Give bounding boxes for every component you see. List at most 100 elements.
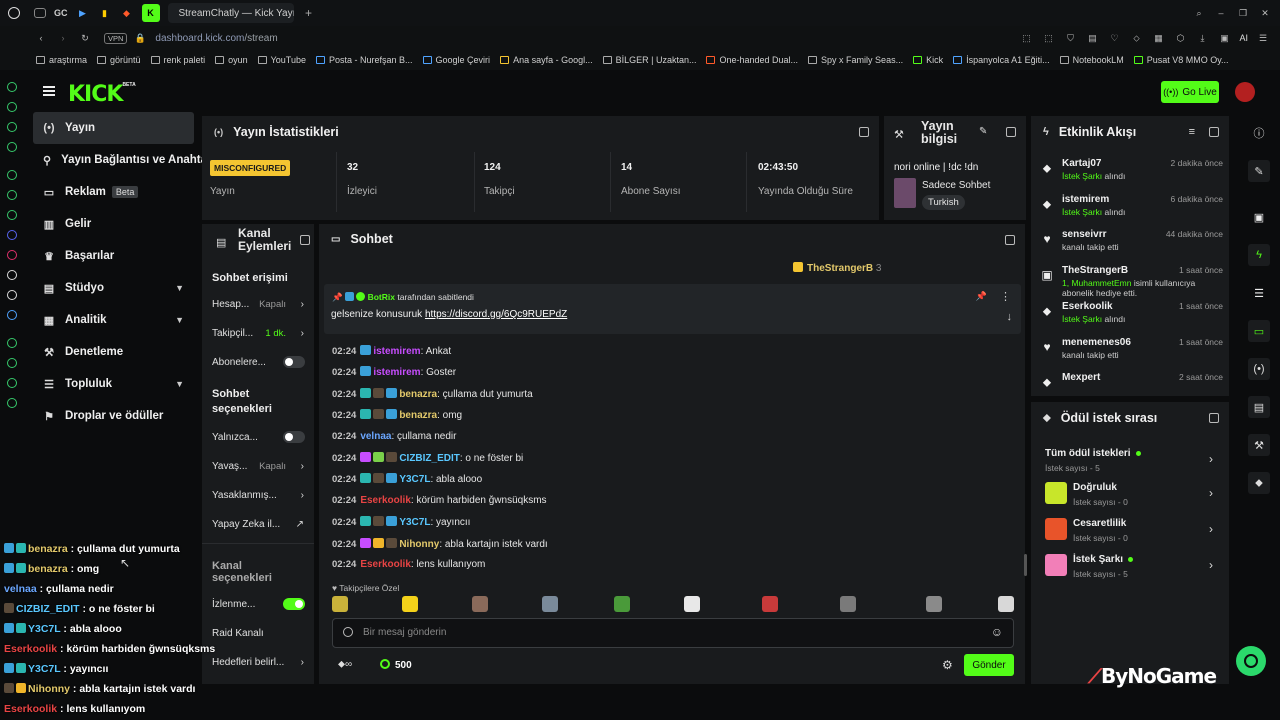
camera-icon[interactable]: ▣ bbox=[1217, 31, 1231, 45]
emote[interactable] bbox=[472, 596, 488, 612]
reward-row[interactable]: Doğruluk İstek sayısı - 0 › bbox=[1045, 480, 1223, 512]
channel-actions-icon[interactable]: ▤ bbox=[1248, 396, 1270, 418]
message-user[interactable]: istemirem bbox=[373, 346, 420, 357]
menu-icon[interactable]: ☰ bbox=[1256, 31, 1270, 45]
channel-action-row[interactable]: Yalnızca... bbox=[202, 423, 314, 452]
channel-action-row[interactable]: Yapay Zeka il... ↗ bbox=[202, 510, 314, 539]
toggle-switch[interactable] bbox=[283, 598, 305, 610]
bookmark-item[interactable]: Kick bbox=[913, 55, 943, 65]
broadcast-icon[interactable]: (•) bbox=[1248, 358, 1270, 380]
emote[interactable] bbox=[684, 596, 700, 612]
bookmark-item[interactable]: Google Çeviri bbox=[422, 55, 490, 65]
bookmark-item[interactable]: NotebookLM bbox=[1059, 55, 1124, 65]
sidebar-app-icon[interactable] bbox=[7, 82, 17, 92]
activity-item[interactable]: ⬥ Mexpert 2 saat önce bbox=[1031, 366, 1229, 396]
sidebar-item-yayin[interactable]: (•) Yayın bbox=[33, 112, 194, 144]
message-user[interactable]: benazra bbox=[399, 389, 437, 400]
chat-message[interactable]: 02:24 Nihonny: abla kartaјın istek vardı bbox=[332, 537, 548, 550]
collapse-icon[interactable]: ↓ bbox=[1007, 311, 1013, 323]
sidebar-item-droplar[interactable]: ⚑ Droplar ve ödüller bbox=[33, 400, 194, 432]
channel-action-row[interactable]: Takipçil... 1 dk. › bbox=[202, 319, 314, 348]
channel-action-row[interactable]: Yavaş... Kapalı › bbox=[202, 452, 314, 481]
chat-message[interactable]: 02:24 istemirem: Ankat bbox=[332, 345, 451, 357]
toolbar-icon[interactable]: ⬚ bbox=[1041, 31, 1055, 45]
more-icon[interactable]: ⋮ bbox=[1000, 290, 1011, 303]
sidebar-item-stream-key[interactable]: ⚲ Yayın Bağlantısı ve Anahtarı bbox=[33, 144, 215, 176]
channel-action-row[interactable]: Hesap... Kapalı › bbox=[202, 290, 314, 319]
tab-active[interactable]: StreamChatly — Kick Yayını bbox=[167, 3, 294, 23]
channel-action-row[interactable]: Hedefleri belirl... › bbox=[202, 648, 314, 677]
message-user[interactable]: Y3C7L bbox=[399, 517, 430, 528]
history-icon[interactable] bbox=[7, 338, 17, 348]
close-icon[interactable]: ✕ bbox=[1258, 6, 1272, 20]
bookmark-item[interactable]: İspanyolca A1 Eğiti... bbox=[953, 55, 1050, 65]
chat-icon[interactable]: ▭ bbox=[1248, 320, 1270, 342]
bookmark-item[interactable]: araştırma bbox=[36, 55, 87, 65]
url-field[interactable]: dashboard.kick.com/stream bbox=[155, 33, 277, 44]
search-icon[interactable]: ⌕ bbox=[1192, 6, 1206, 20]
maximize-button[interactable]: ❐ bbox=[1236, 6, 1250, 20]
popout-icon[interactable] bbox=[1209, 413, 1219, 423]
instagram-icon[interactable] bbox=[7, 250, 17, 260]
edit-icon[interactable]: ✎ bbox=[1248, 160, 1270, 182]
pinned-link[interactable]: https://discord.gg/6Qc9RUEPdZ bbox=[425, 309, 567, 320]
wrench-icon[interactable]: ⚒ bbox=[1248, 434, 1270, 456]
message-user[interactable]: Eserkoolik bbox=[360, 495, 411, 506]
bookmark-item[interactable]: Ana sayfa - Googl... bbox=[500, 55, 593, 65]
popout-icon[interactable] bbox=[1005, 235, 1015, 245]
emote[interactable] bbox=[542, 596, 558, 612]
emote[interactable] bbox=[762, 596, 778, 612]
activity-item[interactable]: ♥ senseivrr 44 dakika önce kanalı takip ett… bbox=[1031, 223, 1229, 259]
emote[interactable] bbox=[840, 596, 856, 612]
chat-message[interactable]: 02:24 Y3C7L: abla alooo bbox=[332, 473, 482, 485]
message-user[interactable]: velnaa bbox=[360, 431, 391, 442]
tiktok-icon[interactable] bbox=[7, 270, 17, 280]
chat-message[interactable]: 02:24 benazra: çullama dut yumurta bbox=[332, 387, 533, 400]
pin-icon[interactable]: 📌 bbox=[976, 291, 987, 302]
sidebar-app-icon[interactable] bbox=[7, 102, 17, 112]
channel-action-row[interactable]: Abonelere... bbox=[202, 348, 314, 377]
activity-item[interactable]: ⬥ Kartaj07 2 dakika önce İstek Şarkı alındı bbox=[1031, 152, 1229, 188]
sidebar-item-reklam[interactable]: ▭ Reklam Beta bbox=[33, 176, 194, 208]
bookmark-item[interactable]: Pusat V8 MMO Oy... bbox=[1133, 55, 1229, 65]
message-user[interactable]: Eserkoolik bbox=[360, 559, 411, 570]
popout-icon[interactable] bbox=[1209, 127, 1219, 137]
bolt-icon[interactable]: ϟ bbox=[1248, 244, 1270, 266]
channel-points[interactable]: 500 bbox=[380, 659, 412, 671]
emoji-icon[interactable]: ☺ bbox=[991, 625, 1003, 639]
list-icon[interactable]: ☰ bbox=[1248, 282, 1270, 304]
activity-item[interactable]: ⬥ istemirem 6 dakika önce İstek Şarkı alınd… bbox=[1031, 188, 1229, 224]
chat-message[interactable]: 02:24 Eserkoolik: lens kullanıyom bbox=[332, 559, 485, 570]
activity-item[interactable]: ▣ TheStrangerB 1 saat önce 1, MuhammetEmn i… bbox=[1031, 259, 1229, 298]
popout-icon[interactable] bbox=[1006, 127, 1016, 137]
all-rewards-row[interactable]: Tüm ödül istekleri İstek sayısı - 5 › bbox=[1045, 446, 1223, 478]
message-user[interactable]: benazra bbox=[399, 410, 437, 421]
forward-icon[interactable]: › bbox=[56, 31, 70, 45]
sidebar-item-basarilar[interactable]: ♛ Başarılar bbox=[33, 240, 194, 272]
sidebar-item-studyo[interactable]: ▤ Stüdyo ▼ bbox=[33, 272, 194, 304]
reward-row[interactable]: Cesaretlilik İstek sayısı - 0 › bbox=[1045, 516, 1223, 548]
bookmark-item[interactable]: oyun bbox=[215, 55, 248, 65]
opera-logo-icon[interactable] bbox=[8, 7, 20, 19]
message-user[interactable]: CIZBIZ_EDIT bbox=[399, 453, 460, 464]
tab-app-icon[interactable]: ▮ bbox=[98, 6, 112, 20]
extensions-icon[interactable]: ⬡ bbox=[1173, 31, 1187, 45]
x-icon[interactable] bbox=[7, 290, 17, 300]
download-icon[interactable] bbox=[7, 358, 17, 368]
info-icon[interactable]: ⓘ bbox=[1248, 122, 1270, 144]
play-store-icon[interactable]: ▶ bbox=[76, 6, 90, 20]
edit-icon[interactable]: ✎ bbox=[979, 126, 987, 137]
chat-scrollbar[interactable] bbox=[1024, 554, 1027, 576]
channel-action-row[interactable]: Yasaklanmış... › bbox=[202, 481, 314, 510]
chat-message[interactable]: 02:24 velnaa: çullama nedir bbox=[332, 431, 456, 442]
toolbar-icon[interactable]: ⬚ bbox=[1019, 31, 1033, 45]
sidebar-item-analitik[interactable]: ▦ Analitik ▼ bbox=[33, 304, 194, 336]
top-gifter[interactable]: TheStrangerB 3 bbox=[793, 262, 881, 274]
tab-app-icon[interactable]: ◆ bbox=[120, 6, 134, 20]
popout-icon[interactable] bbox=[300, 235, 310, 245]
go-live-button[interactable]: ((•)) Go Live bbox=[1161, 81, 1219, 103]
emote[interactable] bbox=[998, 596, 1014, 612]
tab-gc[interactable]: GC bbox=[54, 6, 68, 20]
settings-icon[interactable] bbox=[7, 398, 17, 408]
reward-row[interactable]: İstek Şarkı İstek sayısı - 5 › bbox=[1045, 552, 1223, 584]
